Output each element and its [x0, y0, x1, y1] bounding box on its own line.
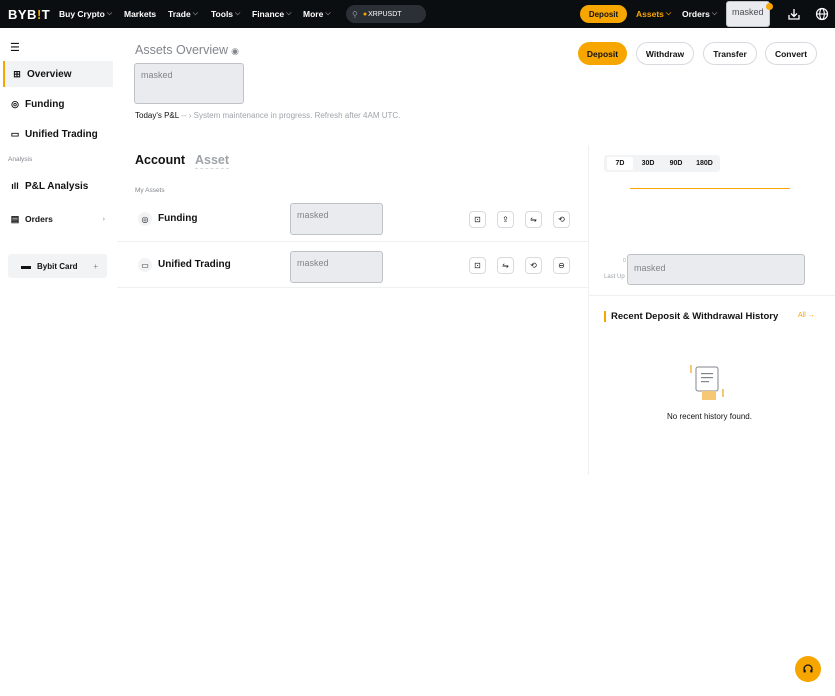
convert-icon[interactable]: ⟲: [525, 257, 542, 274]
sidebar-item-orders[interactable]: ▤ Orders ›: [3, 206, 113, 232]
convert-button[interactable]: Convert: [765, 42, 817, 65]
chevron-right-icon: ›: [188, 111, 192, 120]
period-180d[interactable]: 180D: [692, 157, 717, 170]
nav-buy-crypto[interactable]: Buy Crypto ⌵: [59, 0, 112, 28]
chevron-down-icon: ⌵: [325, 10, 331, 17]
top-deposit-button[interactable]: Deposit: [580, 5, 627, 23]
funding-icon: ◎: [11, 98, 19, 109]
total-balance-masked: masked: [134, 63, 244, 104]
globe-icon[interactable]: [815, 7, 829, 21]
card-icon: ▬: [21, 260, 31, 272]
period-7d[interactable]: 7D: [607, 157, 633, 170]
deposit-button[interactable]: Deposit: [578, 42, 627, 65]
withdraw-button[interactable]: Withdraw: [636, 42, 694, 65]
top-navigation-bar: BYB!T Buy Crypto ⌵ Markets Trade ⌵ Tools ⌵ …: [0, 0, 835, 28]
search-icon: ⚲: [352, 9, 358, 19]
chevron-down-icon: ⌵: [106, 10, 113, 17]
support-button[interactable]: [795, 656, 821, 682]
account-row-unified-trading[interactable]: ▭ Unified Trading masked ⊡ ⇋ ⟲ ⊖: [117, 242, 588, 288]
sidebar-item-unified-trading[interactable]: ▭ Unified Trading: [3, 121, 113, 147]
eye-icon[interactable]: ◉: [231, 46, 239, 56]
nav-markets[interactable]: Markets: [124, 0, 156, 28]
transfer-icon[interactable]: ⇋: [525, 211, 542, 228]
chevron-down-icon: ⌵: [235, 10, 241, 17]
chevron-down-icon: ⌵: [665, 10, 672, 17]
nav-assets[interactable]: Assets ⌵: [636, 0, 671, 28]
search-value: XRPUSDT: [368, 10, 402, 18]
notification-badge: [766, 3, 773, 10]
chevron-right-icon: ›: [102, 215, 105, 223]
nav-finance[interactable]: Finance ⌵: [252, 0, 291, 28]
empty-history-illustration: [690, 365, 724, 400]
nav-more[interactable]: More ⌵: [303, 0, 331, 28]
funding-icon: ◎: [138, 212, 152, 226]
chart-axis-value: 0: [623, 258, 626, 264]
more-icon[interactable]: ⊖: [553, 257, 570, 274]
sidebar-item-funding[interactable]: ◎ Funding: [3, 91, 113, 117]
plus-icon: +: [93, 261, 98, 271]
unified-trading-icon: ▭: [10, 128, 20, 139]
deposit-icon[interactable]: ⊡: [469, 211, 486, 228]
download-icon[interactable]: [787, 7, 801, 21]
pnl-chart-line: [630, 188, 790, 189]
transfer-icon[interactable]: ⇋: [497, 257, 514, 274]
bybit-logo[interactable]: BYB!T: [8, 7, 50, 22]
sidebar-item-overview[interactable]: ⊞ Overview: [3, 61, 113, 87]
orders-icon: ▤: [10, 213, 20, 224]
deposit-icon[interactable]: ⊡: [469, 257, 486, 274]
chart-icon: ıll: [11, 181, 19, 191]
account-row-funding[interactable]: ◎ Funding masked ⊡ ⇪ ⇋ ⟲: [117, 196, 588, 242]
tab-account[interactable]: Account: [135, 153, 185, 167]
my-assets-label: My Assets: [135, 187, 165, 194]
history-title: Recent Deposit & Withdrawal History: [604, 311, 778, 322]
transfer-button[interactable]: Transfer: [703, 42, 757, 65]
chevron-down-icon: ⌵: [711, 10, 718, 17]
unified-trading-icon: ▭: [138, 258, 152, 272]
convert-icon[interactable]: ⟲: [553, 211, 570, 228]
sidebar-item-pnl-analysis[interactable]: ıll P&L Analysis: [3, 173, 113, 199]
headset-icon: [803, 664, 813, 673]
nav-trade[interactable]: Trade ⌵: [168, 0, 198, 28]
todays-pnl: Today's P&L -- › System maintenance in p…: [135, 111, 401, 120]
divider: [588, 295, 835, 296]
chart-value-masked: masked: [627, 254, 805, 285]
unified-trading-value-masked: masked: [290, 251, 383, 283]
period-30d[interactable]: 30D: [637, 157, 659, 170]
pnl-notice: System maintenance in progress. Refresh …: [193, 111, 401, 120]
page-title: Assets Overview ◉: [135, 43, 239, 57]
chevron-down-icon: ⌵: [192, 10, 198, 17]
fire-icon: ●: [362, 10, 368, 18]
withdraw-icon[interactable]: ⇪: [497, 211, 514, 228]
search-input[interactable]: ⚲ ● XRPUSDT: [346, 5, 426, 23]
bybit-card-button[interactable]: ▬ Bybit Card +: [8, 254, 107, 278]
period-90d[interactable]: 90D: [664, 157, 688, 170]
chevron-down-icon: ⌵: [286, 10, 292, 17]
nav-tools[interactable]: Tools ⌵: [211, 0, 240, 28]
account-masked[interactable]: masked: [726, 1, 770, 27]
sidebar-section-analysis: Analysis: [8, 156, 33, 163]
funding-value-masked: masked: [290, 203, 383, 235]
menu-toggle-icon[interactable]: ☰: [10, 41, 20, 54]
empty-history-text: No recent history found.: [667, 412, 752, 421]
history-all-link[interactable]: All →: [798, 312, 815, 319]
last-updated-label: Last Up: [604, 274, 625, 280]
nav-orders[interactable]: Orders ⌵: [682, 0, 717, 28]
overview-icon: ⊞: [13, 68, 21, 79]
tab-asset[interactable]: Asset: [195, 153, 230, 169]
right-panel: [588, 145, 835, 475]
